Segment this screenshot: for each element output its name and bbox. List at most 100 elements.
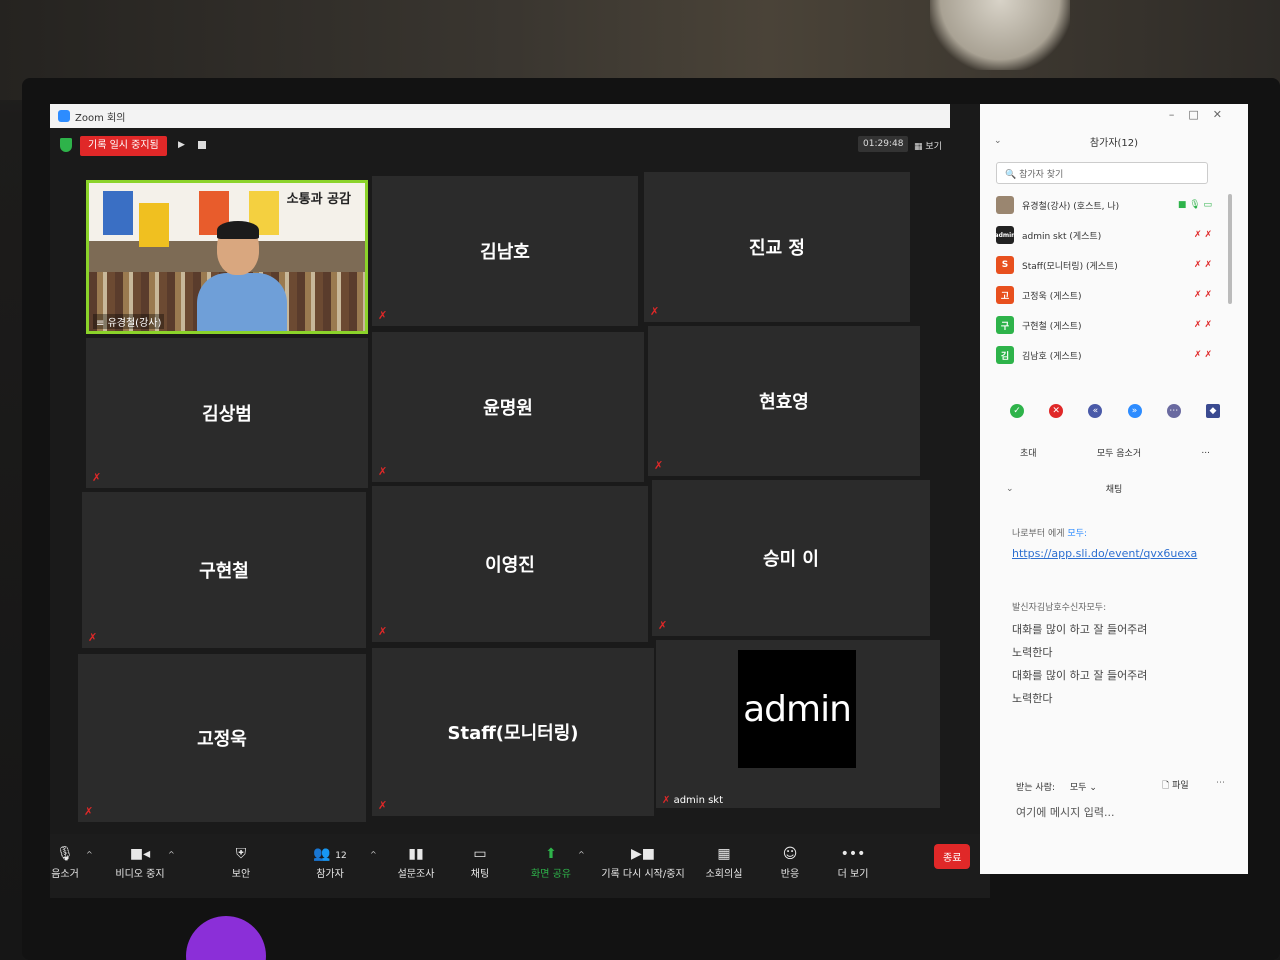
polls-button[interactable]: ▮▮ 설문조사 xyxy=(394,846,438,880)
share-screen-icon: ⬆ xyxy=(545,846,557,862)
video-tile[interactable]: 구현철 ✗ xyxy=(82,492,366,648)
send-to-select[interactable]: 모두 ⌄ xyxy=(1070,783,1097,793)
participants-count: 12 xyxy=(335,851,347,861)
chat-label: 채팅 xyxy=(470,869,490,880)
muted-status-icons[interactable]: ✗ ✗ xyxy=(1194,260,1212,270)
window-controls[interactable]: –□✕ xyxy=(1169,108,1236,121)
meeting-timer: 01:29:48 xyxy=(858,136,909,152)
file-label: 파일 xyxy=(1172,781,1189,791)
chat-message-text: 노력한다 xyxy=(1012,646,1053,659)
reactions-button[interactable]: ☺ 반응 xyxy=(776,846,804,880)
participants-icon: 👥 12 xyxy=(313,846,347,862)
zoom-window: Zoom 회의 기록 일시 중지됨 ▶ 01:29:48 ▦ 보기 소통과 공감 xyxy=(50,104,1248,898)
mic-muted-icon: ✗ xyxy=(650,305,660,318)
avatar: 구 xyxy=(996,316,1014,334)
chat-link[interactable]: https://app.sli.do/event/qvx6uexa xyxy=(1012,544,1212,564)
video-tile[interactable]: 고정욱 ✗ xyxy=(78,654,366,822)
polls-label: 설문조사 xyxy=(397,869,435,880)
participants-list: 유경철(강사) (호스트, 나) ■ 🎙 ▭ admin admin skt (… xyxy=(995,190,1216,370)
slow-down-icon[interactable]: « xyxy=(1088,404,1103,418)
audio-options-caret[interactable]: ^ xyxy=(86,850,93,859)
resume-recording-icon[interactable]: ▶ xyxy=(178,140,185,150)
encryption-shield-icon[interactable] xyxy=(60,138,72,152)
view-button[interactable]: ▦ 보기 xyxy=(910,136,946,155)
chat-button[interactable]: ▭ 채팅 xyxy=(468,846,492,880)
person-body xyxy=(197,273,287,331)
no-x-icon[interactable]: ✕ xyxy=(1049,404,1064,418)
clear-feedback-icon[interactable]: ◆ xyxy=(1205,404,1220,418)
security-button[interactable]: ⛨ 보안 xyxy=(226,846,256,880)
muted-status-icons[interactable]: ✗ ✗ xyxy=(1194,320,1212,330)
poster-title: 소통과 공감 xyxy=(286,192,351,207)
list-item[interactable]: admin admin skt (게스트) ✗ ✗ xyxy=(995,220,1216,250)
list-item[interactable]: 구 구현철 (게스트) ✗ ✗ xyxy=(996,310,1216,340)
video-tile[interactable]: 윤명원 ✗ xyxy=(372,332,644,482)
participant-name: 승미 이 xyxy=(763,549,819,570)
video-tile[interactable]: 진교 정 ✗ xyxy=(644,172,910,322)
share-screen-label: 화면 공유 xyxy=(531,869,571,880)
list-item[interactable]: S Staff(모니터링) (게스트) ✗ ✗ xyxy=(996,250,1216,280)
breakout-rooms-button[interactable]: ▦ 소회의실 xyxy=(702,846,746,880)
more-options-button[interactable]: ... xyxy=(1201,446,1210,459)
video-tile-host[interactable]: 소통과 공감 ≡ 유경철(강사) xyxy=(86,180,368,334)
more-feedback-icon[interactable]: ⋯ xyxy=(1166,404,1181,418)
chat-message-input[interactable]: 여기에 메시지 입력... xyxy=(1016,804,1114,820)
video-tile[interactable]: admin ✗ admin skt xyxy=(656,640,940,808)
view-label: 보기 xyxy=(925,142,942,152)
video-tile[interactable]: 이영진 ✗ xyxy=(372,486,648,642)
zoom-logo-icon xyxy=(58,110,70,122)
video-tile[interactable]: 현효영 ✗ xyxy=(648,326,920,476)
participants-scrollbar[interactable] xyxy=(1228,194,1232,304)
video-tile[interactable]: 김상범 ✗ xyxy=(86,338,368,488)
video-options-caret[interactable]: ^ xyxy=(168,850,175,859)
video-stop-button[interactable]: ■◂ 비디오 중지 xyxy=(112,846,168,880)
chat-more-icon[interactable]: ⋯ xyxy=(1216,778,1225,788)
speed-up-icon[interactable]: » xyxy=(1127,404,1142,418)
breakout-rooms-icon: ▦ xyxy=(717,846,731,862)
more-button[interactable]: ••• 더 보기 xyxy=(836,846,870,880)
file-button[interactable]: 🗋 파일 xyxy=(1162,778,1189,794)
record-button[interactable]: ▶■ 기록 다시 시작/중지 xyxy=(598,846,688,880)
participant-name: admin skt (게스트) xyxy=(1022,231,1102,242)
mute-label: 음소거 xyxy=(51,869,79,880)
security-label: 보안 xyxy=(231,869,251,880)
end-meeting-button[interactable]: 종료 xyxy=(934,844,971,869)
avatar: 김 xyxy=(996,346,1014,364)
mic-muted-icon: ✗ xyxy=(378,465,388,478)
list-item[interactable]: 유경철(강사) (호스트, 나) ■ 🎙 ▭ xyxy=(996,190,1216,220)
mute-button[interactable]: 🎙 음소거 xyxy=(50,846,80,880)
mic-muted-icon: ✗ xyxy=(88,631,98,644)
video-tile[interactable]: 승미 이 ✗ xyxy=(652,480,930,636)
muted-status-icons[interactable]: ✗ ✗ xyxy=(1194,350,1212,360)
list-item[interactable]: 고 고정욱 (게스트) ✗ ✗ xyxy=(996,280,1216,310)
recipient[interactable]: 모두: xyxy=(1067,529,1087,539)
share-options-caret[interactable]: ^ xyxy=(578,850,585,859)
participants-label: 참가자 xyxy=(316,869,344,880)
list-item[interactable]: 김 김남호 (게스트) ✗ ✗ xyxy=(996,340,1216,370)
video-tile[interactable]: 김남호 ✗ xyxy=(372,176,638,326)
invite-button[interactable]: 초대 xyxy=(1020,446,1037,459)
video-camera-icon: ■◂ xyxy=(129,846,151,862)
chat-spacer xyxy=(1012,564,1212,598)
host-person xyxy=(197,221,287,331)
title-bar: Zoom 회의 xyxy=(50,104,950,128)
video-tile[interactable]: Staff(모니터링) ✗ xyxy=(372,648,654,816)
share-screen-button[interactable]: ⬆ 화면 공유 xyxy=(528,846,574,880)
participant-name: 김남호 (게스트) xyxy=(1022,351,1082,362)
participant-search-input[interactable]: 🔍 참가자 찾기 xyxy=(996,162,1208,184)
participants-options-caret[interactable]: ^ xyxy=(370,850,377,859)
muted-status-icons[interactable]: ✗ ✗ xyxy=(1194,290,1212,300)
more-dots-icon: ••• xyxy=(840,846,866,862)
more-label: 더 보기 xyxy=(837,869,869,880)
yes-check-icon[interactable]: ✓ xyxy=(1010,404,1024,418)
send-to-value: 모두 xyxy=(1069,783,1087,793)
stop-recording-icon[interactable] xyxy=(198,141,206,149)
mute-all-button[interactable]: 모두 음소거 xyxy=(1097,446,1141,459)
participant-name: Staff(모니터링) (게스트) xyxy=(1022,261,1118,272)
participant-name: Staff(모니터링) xyxy=(447,723,579,744)
host-status-icons[interactable]: ■ 🎙 ▭ xyxy=(1178,200,1212,210)
chat-messages: 나로부터 에게 모두: https://app.sli.do/event/qvx… xyxy=(1012,524,1212,710)
meeting-toolbar: 🎙 음소거 ^ ■◂ 비디오 중지 ^ ⛨ 보안 👥 12 참가자 ^ ▮▮ 설… xyxy=(50,834,990,898)
muted-status-icons[interactable]: ✗ ✗ xyxy=(1194,230,1212,240)
participants-button[interactable]: 👥 12 참가자 xyxy=(310,846,350,880)
